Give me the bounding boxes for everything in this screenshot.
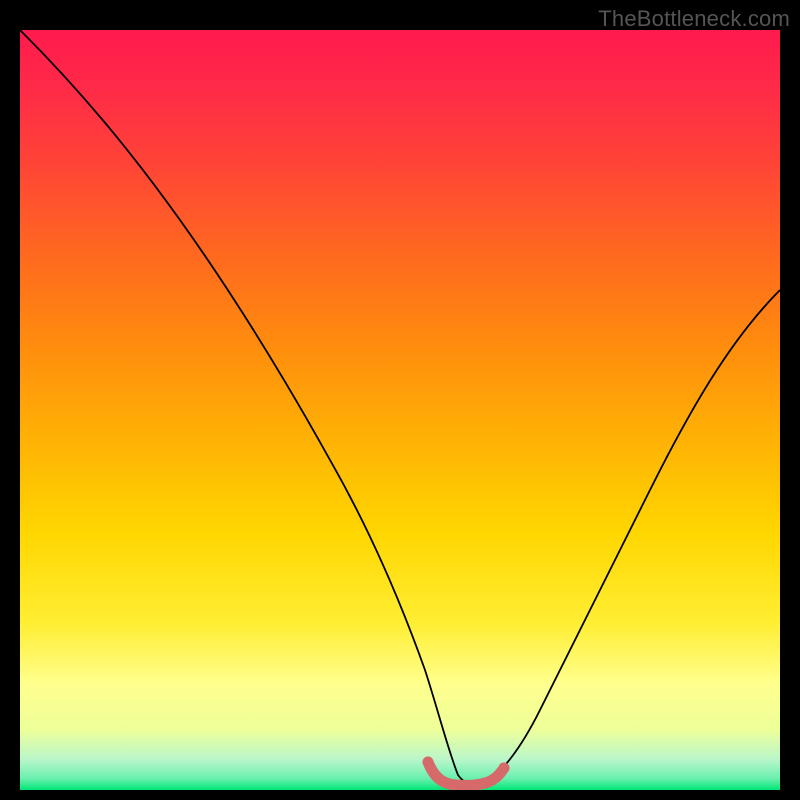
watermark-text: TheBottleneck.com [598, 6, 790, 32]
marker-end-dot [499, 763, 510, 774]
chart-frame [20, 30, 780, 790]
curve-path [20, 30, 780, 784]
curve-min-marker [428, 762, 504, 785]
bottleneck-curve [20, 30, 780, 790]
marker-start-dot [423, 757, 434, 768]
